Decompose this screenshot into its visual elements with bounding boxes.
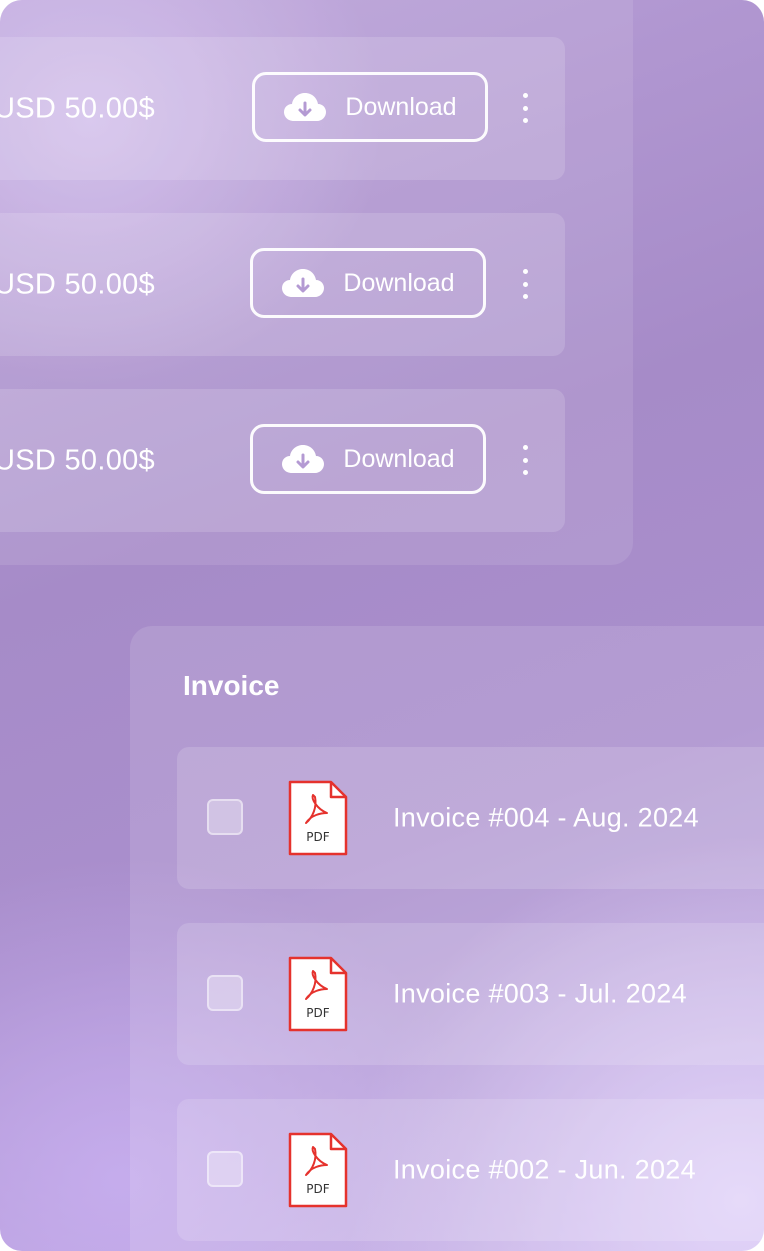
cloud-download-icon xyxy=(281,444,325,474)
download-button[interactable]: Download xyxy=(250,248,486,318)
pdf-file-type: PDF xyxy=(306,830,330,844)
invoice-row[interactable]: PDF Invoice #003 - Jul. 2024 xyxy=(177,923,764,1065)
more-vertical-icon[interactable] xyxy=(515,93,535,123)
download-label: Download xyxy=(343,444,455,473)
payment-amount: USD 50.00$ xyxy=(0,92,155,124)
invoice-name[interactable]: Invoice #002 - Jun. 2024 xyxy=(393,1155,696,1186)
invoice-name[interactable]: Invoice #003 - Jul. 2024 xyxy=(393,979,687,1010)
payment-amount: USD 50.00$ xyxy=(0,268,155,300)
invoice-checkbox[interactable] xyxy=(207,1151,243,1187)
download-button[interactable]: Download xyxy=(252,72,488,142)
payment-amount: USD 50.00$ xyxy=(0,444,155,476)
pdf-file-type: PDF xyxy=(306,1006,330,1020)
invoice-checkbox[interactable] xyxy=(207,799,243,835)
invoice-row[interactable]: PDF Invoice #002 - Jun. 2024 xyxy=(177,1099,764,1241)
invoice-name[interactable]: Invoice #004 - Aug. 2024 xyxy=(393,803,699,834)
payment-row: USD 50.00$ Download xyxy=(0,389,565,532)
invoice-row[interactable]: PDF Invoice #004 - Aug. 2024 xyxy=(177,747,764,889)
download-label: Download xyxy=(345,92,457,121)
invoice-section-title: Invoice xyxy=(183,670,280,701)
more-vertical-icon[interactable] xyxy=(515,269,535,299)
payment-row: USD 50.00$ Download xyxy=(0,213,565,356)
invoice-checkbox[interactable] xyxy=(207,975,243,1011)
cloud-download-icon xyxy=(281,268,325,298)
pdf-file-type: PDF xyxy=(306,1182,330,1196)
download-button[interactable]: Download xyxy=(250,424,486,494)
app-frame: USD 50.00$ Download USD 50.00$ Download … xyxy=(0,0,764,1251)
download-label: Download xyxy=(343,268,455,297)
pdf-file-icon: PDF xyxy=(287,955,349,1033)
more-vertical-icon[interactable] xyxy=(515,445,535,475)
pdf-file-icon: PDF xyxy=(287,779,349,857)
payment-row: USD 50.00$ Download xyxy=(0,37,565,180)
cloud-download-icon xyxy=(283,92,327,122)
pdf-file-icon: PDF xyxy=(287,1131,349,1209)
